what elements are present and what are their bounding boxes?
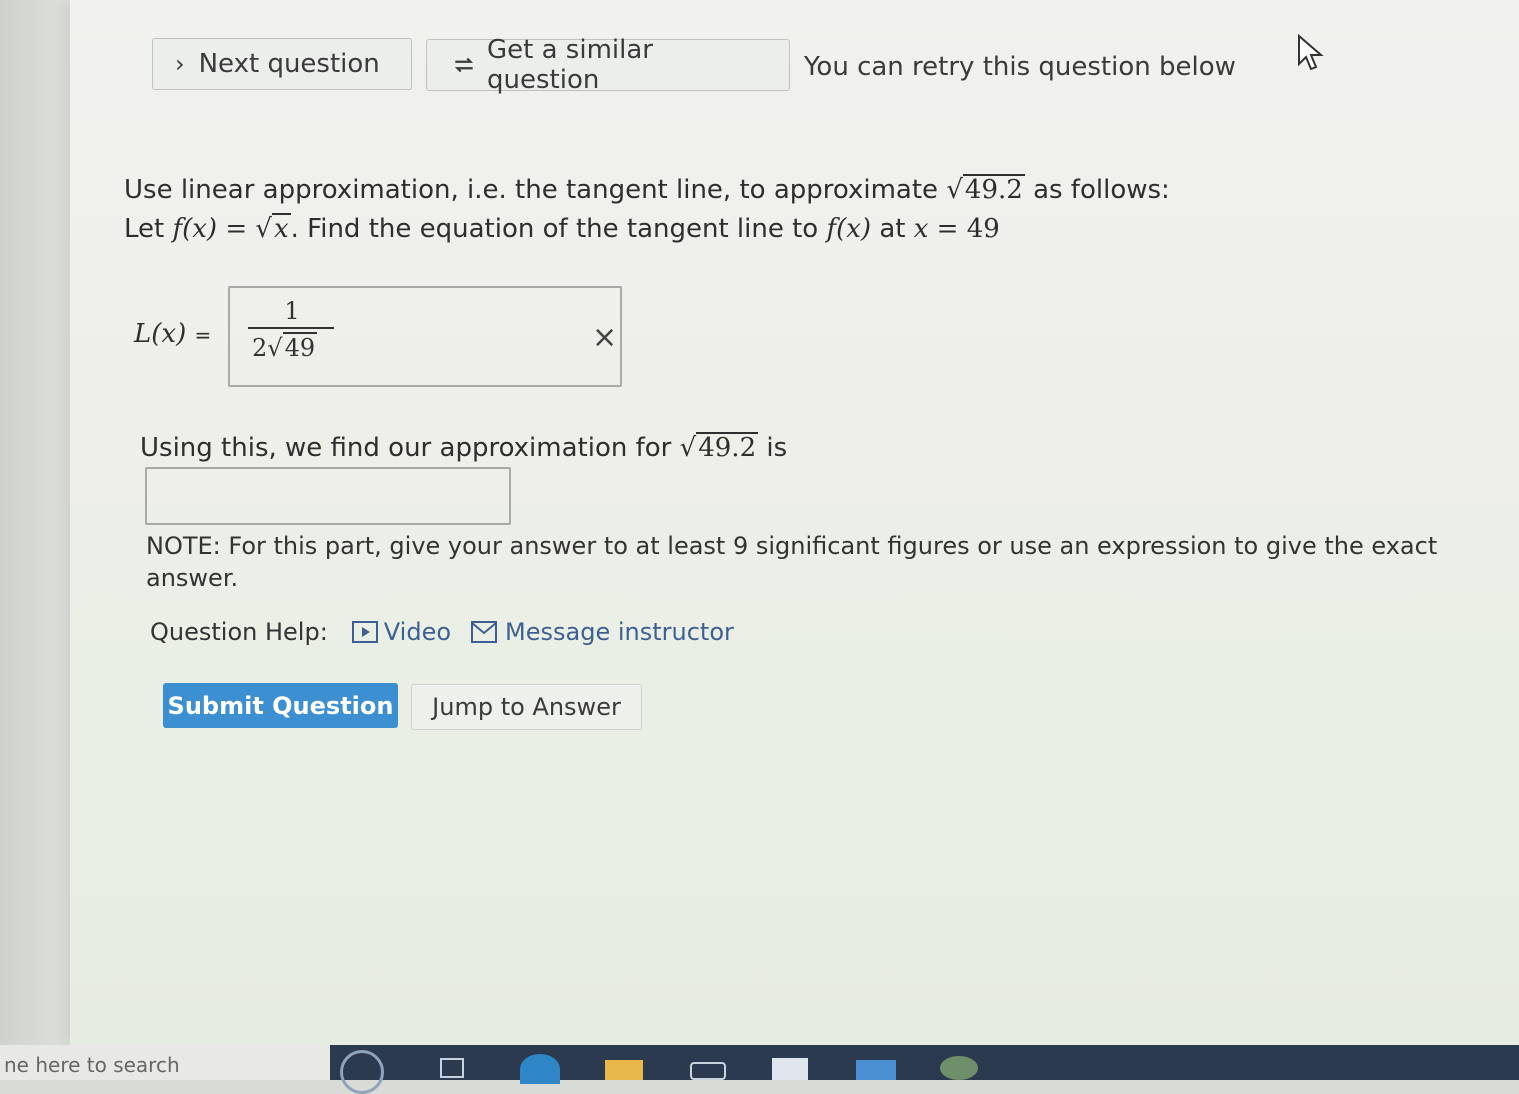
taskbar-search-box[interactable]: ne here to search [0, 1045, 330, 1080]
retry-text: You can retry this question below [804, 52, 1236, 82]
question-line2-mid: . Find the equation of the tangent line … [290, 214, 819, 244]
submit-question-button[interactable]: Submit Question [163, 683, 398, 728]
part2-prompt: Using this, we find our approximation fo… [140, 428, 787, 468]
message-instructor-label: Message instructor [505, 618, 734, 646]
cortana-icon[interactable] [340, 1050, 384, 1094]
question-line1-suffix: as follows: [1033, 175, 1170, 205]
question-line-1: Use linear approximation, i.e. the tange… [124, 170, 1170, 210]
similar-question-button[interactable]: Get a similar question [426, 35, 790, 95]
camera-app-icon[interactable] [690, 1062, 726, 1080]
video-link[interactable]: Video [351, 618, 452, 646]
fraction-bar [248, 327, 334, 329]
pinned-app-icon[interactable] [940, 1056, 978, 1080]
denominator-radicand: 49 [282, 332, 318, 362]
fx-expr: f(x) [172, 214, 218, 244]
message-instructor-link[interactable]: Message instructor [471, 618, 734, 646]
question-line-2: Let f(x) = √x. Find the equation of the … [124, 209, 1000, 249]
equals-sign-2: = [936, 214, 959, 244]
approximation-input[interactable] [145, 467, 511, 525]
file-explorer-icon[interactable] [605, 1060, 643, 1080]
incorrect-mark-icon: × [592, 320, 618, 355]
chevron-right-icon: › [175, 50, 185, 78]
mouse-cursor-icon [1296, 33, 1326, 78]
lx-label: L(x) = [134, 314, 211, 355]
answer-denominator: 2√49 [252, 332, 318, 362]
jump-to-answer-button[interactable]: Jump to Answer [411, 684, 642, 730]
fx-expr-2: f(x) [826, 214, 872, 244]
x-var: x [913, 214, 929, 244]
note-text: NOTE: For this part, give your answer to… [146, 532, 1438, 592]
x-value: 49 [966, 214, 1000, 244]
radicand-49-2: 49.2 [964, 175, 1023, 205]
repeat-icon [451, 52, 477, 78]
monitor-bezel-left [0, 0, 70, 1045]
part2-suffix: is [766, 433, 788, 463]
denominator-coef: 2 [252, 334, 268, 362]
sqrt-49-2: √49.2 [946, 174, 1025, 205]
next-question-label: Next question [198, 49, 380, 79]
next-question-button[interactable]: › Next question [152, 38, 412, 90]
equals-sign: = [225, 214, 248, 244]
part2-radicand: 49.2 [698, 433, 757, 463]
sqrt-49-2-part2: √49.2 [679, 432, 759, 463]
part2-prefix: Using this, we find our approximation fo… [140, 433, 672, 463]
radicand-x: x [273, 214, 289, 244]
task-view-icon[interactable] [440, 1058, 464, 1078]
lx-equals: = [194, 323, 212, 347]
let-text: Let [124, 214, 165, 244]
sqrt-x: √x [255, 213, 291, 244]
similar-question-label: Get a similar question [487, 35, 653, 95]
video-link-label: Video [383, 618, 452, 646]
lx-expr: L(x) [134, 319, 187, 349]
answer-numerator: 1 [284, 297, 300, 325]
at-text: at [879, 214, 906, 244]
question-help: Question Help: Video Message instructor [150, 618, 734, 646]
question-line1-prefix: Use linear approximation, i.e. the tange… [124, 175, 939, 205]
envelope-icon [471, 621, 498, 643]
mail-app-icon[interactable] [856, 1060, 896, 1080]
play-video-icon [351, 621, 378, 643]
store-app-icon[interactable] [772, 1058, 808, 1080]
question-help-label: Question Help: [150, 618, 328, 646]
